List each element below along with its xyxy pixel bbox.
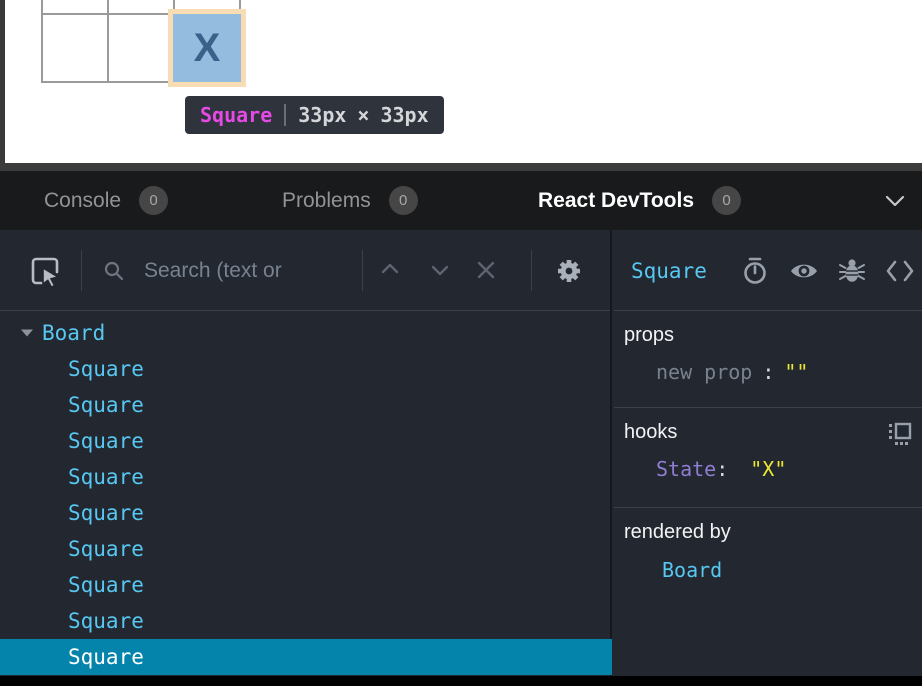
tree-item-square[interactable]: Square xyxy=(0,423,612,459)
page-left-border xyxy=(0,0,5,163)
console-count-badge: 0 xyxy=(139,186,168,215)
tree-item-square[interactable]: Square xyxy=(0,603,612,639)
props-title: props xyxy=(624,324,912,347)
tree-item-square[interactable]: Square xyxy=(0,459,612,495)
element-size-tooltip: Square 33px × 33px xyxy=(185,96,444,134)
chevron-down-icon[interactable] xyxy=(431,265,449,277)
stopwatch-icon[interactable] xyxy=(740,256,770,286)
selected-component-title: Square xyxy=(631,230,707,311)
tree-item-square[interactable]: Square xyxy=(0,531,612,567)
rendered-by-title: rendered by xyxy=(624,521,912,544)
toolbar-divider xyxy=(531,250,532,291)
chevron-down-icon[interactable] xyxy=(884,193,906,209)
devtools-bottom-edge xyxy=(0,676,922,686)
toolbar-divider xyxy=(81,250,82,291)
tree-toolbar xyxy=(0,230,610,311)
code-brackets-icon[interactable] xyxy=(885,256,915,286)
state-hook-value[interactable]: "X" xyxy=(750,457,786,481)
new-prop-value[interactable]: "" xyxy=(784,360,808,384)
tooltip-height: 33px xyxy=(380,103,428,127)
react-devtools-panel: Board Square Square Square Square Square… xyxy=(0,230,922,676)
eye-icon[interactable] xyxy=(789,256,819,286)
browser-page: X Square 33px × 33px xyxy=(0,0,922,163)
chevron-up-icon[interactable] xyxy=(381,262,399,274)
tooltip-width: 33px xyxy=(298,103,346,127)
tree-item-square-selected[interactable]: Square xyxy=(0,639,612,675)
details-toolbar: Square xyxy=(614,230,922,311)
tree-item-square[interactable]: Square xyxy=(0,351,612,387)
search-icon xyxy=(103,260,125,282)
rendered-by-section: rendered by Board xyxy=(614,508,922,675)
gear-icon[interactable] xyxy=(554,256,584,286)
react-devtools-count-badge: 0 xyxy=(712,186,741,215)
tab-problems[interactable]: Problems 0 xyxy=(282,171,418,230)
components-tree-pane: Board Square Square Square Square Square… xyxy=(0,230,612,676)
highlighted-square-cell[interactable]: X xyxy=(173,14,241,82)
hooks-section: hooks State: "X" xyxy=(614,408,922,508)
tab-react-devtools[interactable]: React DevTools 0 xyxy=(538,171,741,230)
tooltip-times: × xyxy=(357,103,369,127)
bug-icon[interactable] xyxy=(837,256,867,286)
new-prop-key[interactable]: new prop xyxy=(656,360,752,384)
tree-item-board[interactable]: Board xyxy=(0,315,612,351)
problems-count-badge: 0 xyxy=(389,186,418,215)
close-icon[interactable] xyxy=(476,260,496,280)
square-cell-value: X xyxy=(194,26,221,71)
devtools-tab-bar: Console 0 Problems 0 React DevTools 0 xyxy=(0,171,922,230)
inspect-element-icon[interactable] xyxy=(29,255,61,287)
tooltip-component-name: Square xyxy=(200,103,272,127)
tree-item-square[interactable]: Square xyxy=(0,567,612,603)
tree-item-square[interactable]: Square xyxy=(0,495,612,531)
state-hook-row[interactable]: State: "X" xyxy=(624,457,912,481)
props-section: props new prop : "" xyxy=(614,311,922,408)
component-tree: Board Square Square Square Square Square… xyxy=(0,312,612,675)
devtools-top-separator[interactable] xyxy=(0,163,922,171)
new-prop-row[interactable]: new prop : "" xyxy=(624,360,912,384)
rendered-by-board-link[interactable]: Board xyxy=(624,558,912,582)
tree-item-square[interactable]: Square xyxy=(0,387,612,423)
toolbar-divider xyxy=(362,250,363,291)
component-details-pane: Square xyxy=(614,230,922,676)
expand-triangle-icon[interactable] xyxy=(20,328,34,338)
search-input[interactable] xyxy=(144,254,356,288)
parse-hooks-icon[interactable] xyxy=(888,421,912,447)
tab-console[interactable]: Console 0 xyxy=(44,171,168,230)
state-hook-key: State xyxy=(656,457,716,481)
tooltip-divider xyxy=(284,104,286,126)
hooks-title: hooks xyxy=(624,421,912,444)
